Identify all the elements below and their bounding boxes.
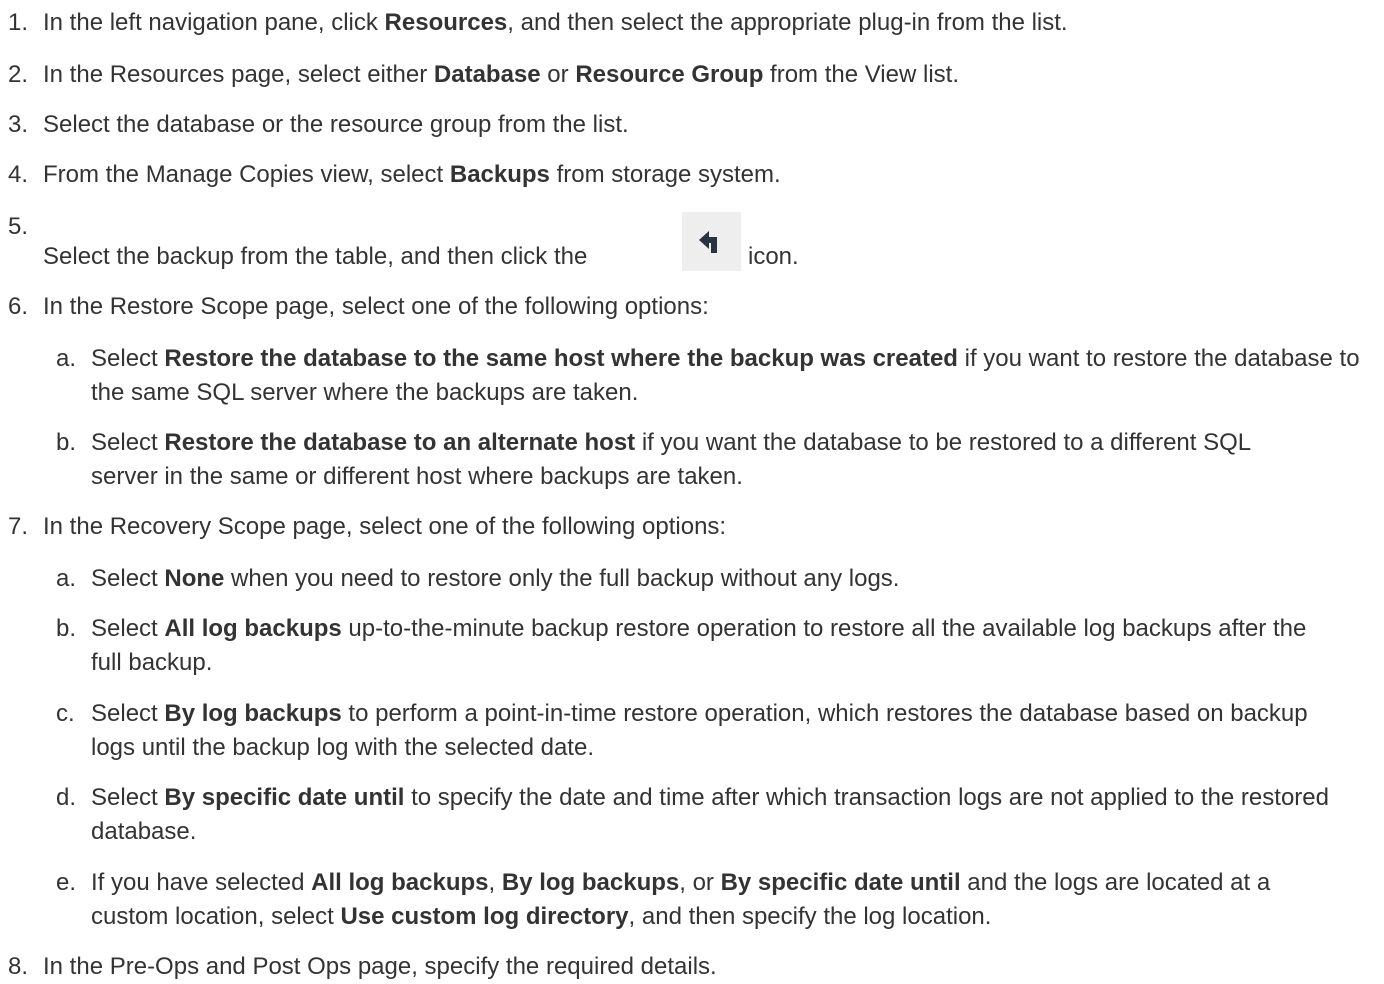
option-text: Select All log backups up-to-the-minute … bbox=[91, 615, 1307, 676]
option-text: Select By specific date until to specify… bbox=[91, 784, 1329, 845]
ui-term: By specific date until bbox=[720, 869, 961, 896]
step-7-option-d: d. Select By specific date until to spec… bbox=[0, 781, 1384, 849]
option-letter: a. bbox=[56, 565, 77, 592]
ui-term: Use custom log directory bbox=[340, 903, 629, 930]
option-letter: d. bbox=[56, 784, 77, 811]
step-7-option-a: a. Select None when you need to restore … bbox=[0, 562, 1384, 596]
step-number: 8. bbox=[8, 953, 29, 980]
option-text: Select By log backups to perform a point… bbox=[91, 700, 1308, 761]
ui-term: Database bbox=[433, 61, 541, 88]
step-text: In the Resources page, select either Dat… bbox=[43, 61, 959, 88]
ui-term: Resources bbox=[384, 9, 508, 36]
step-number: 3. bbox=[8, 111, 29, 138]
step-number: 2. bbox=[8, 61, 29, 88]
restore-arrow-icon bbox=[682, 212, 741, 271]
step-6-option-b: b. Select Restore the database to an alt… bbox=[0, 426, 1384, 494]
ui-term: By log backups bbox=[501, 869, 680, 896]
option-letter: b. bbox=[56, 615, 77, 642]
step-text: In the Pre-Ops and Post Ops page, specif… bbox=[43, 953, 717, 980]
restore-arrow-glyph bbox=[698, 230, 717, 253]
step-7-option-e: e. If you have selected All log backups,… bbox=[0, 866, 1384, 934]
ui-term: Restore the database to the same host wh… bbox=[164, 345, 958, 372]
option-letter: a. bbox=[56, 345, 77, 372]
ui-term: All log backups bbox=[164, 615, 342, 642]
step-text: In the left navigation pane, click Resou… bbox=[43, 9, 1068, 36]
step-text: From the Manage Copies view, select Back… bbox=[43, 161, 781, 188]
step-text: Select the database or the resource grou… bbox=[43, 111, 629, 138]
ui-term: By specific date until bbox=[164, 784, 405, 811]
ui-term: Resource Group bbox=[575, 61, 764, 88]
step-number: 4. bbox=[8, 161, 29, 188]
ui-term: Backups bbox=[449, 161, 550, 188]
option-letter: c. bbox=[56, 700, 75, 727]
option-letter: e. bbox=[56, 869, 77, 896]
step-text-tail: icon. bbox=[748, 243, 799, 270]
step-text: Select the backup from the table, and th… bbox=[43, 243, 588, 270]
step-number: 1. bbox=[8, 9, 29, 36]
step-6-option-a: a. Select Restore the database to the sa… bbox=[0, 342, 1384, 410]
ui-term: Restore the database to an alternate hos… bbox=[164, 429, 636, 456]
step-number: 7. bbox=[8, 513, 29, 540]
ui-term: None bbox=[164, 565, 225, 592]
ui-term: By log backups bbox=[164, 700, 342, 727]
option-text: If you have selected All log backups, By… bbox=[91, 869, 1271, 930]
option-text: Select Restore the database to the same … bbox=[91, 345, 1360, 406]
step-number: 5. bbox=[8, 213, 29, 240]
step-text: In the Restore Scope page, select one of… bbox=[43, 293, 709, 320]
option-letter: b. bbox=[56, 429, 77, 456]
option-text: Select None when you need to restore onl… bbox=[91, 565, 900, 592]
option-text: Select Restore the database to an altern… bbox=[91, 429, 1251, 490]
step-7-option-b: b. Select All log backups up-to-the-minu… bbox=[0, 612, 1384, 680]
step-number: 6. bbox=[8, 293, 29, 320]
step-text: In the Recovery Scope page, select one o… bbox=[43, 513, 727, 540]
ui-term: All log backups bbox=[311, 869, 489, 896]
step-7-option-c: c. Select By log backups to perform a po… bbox=[0, 697, 1384, 765]
